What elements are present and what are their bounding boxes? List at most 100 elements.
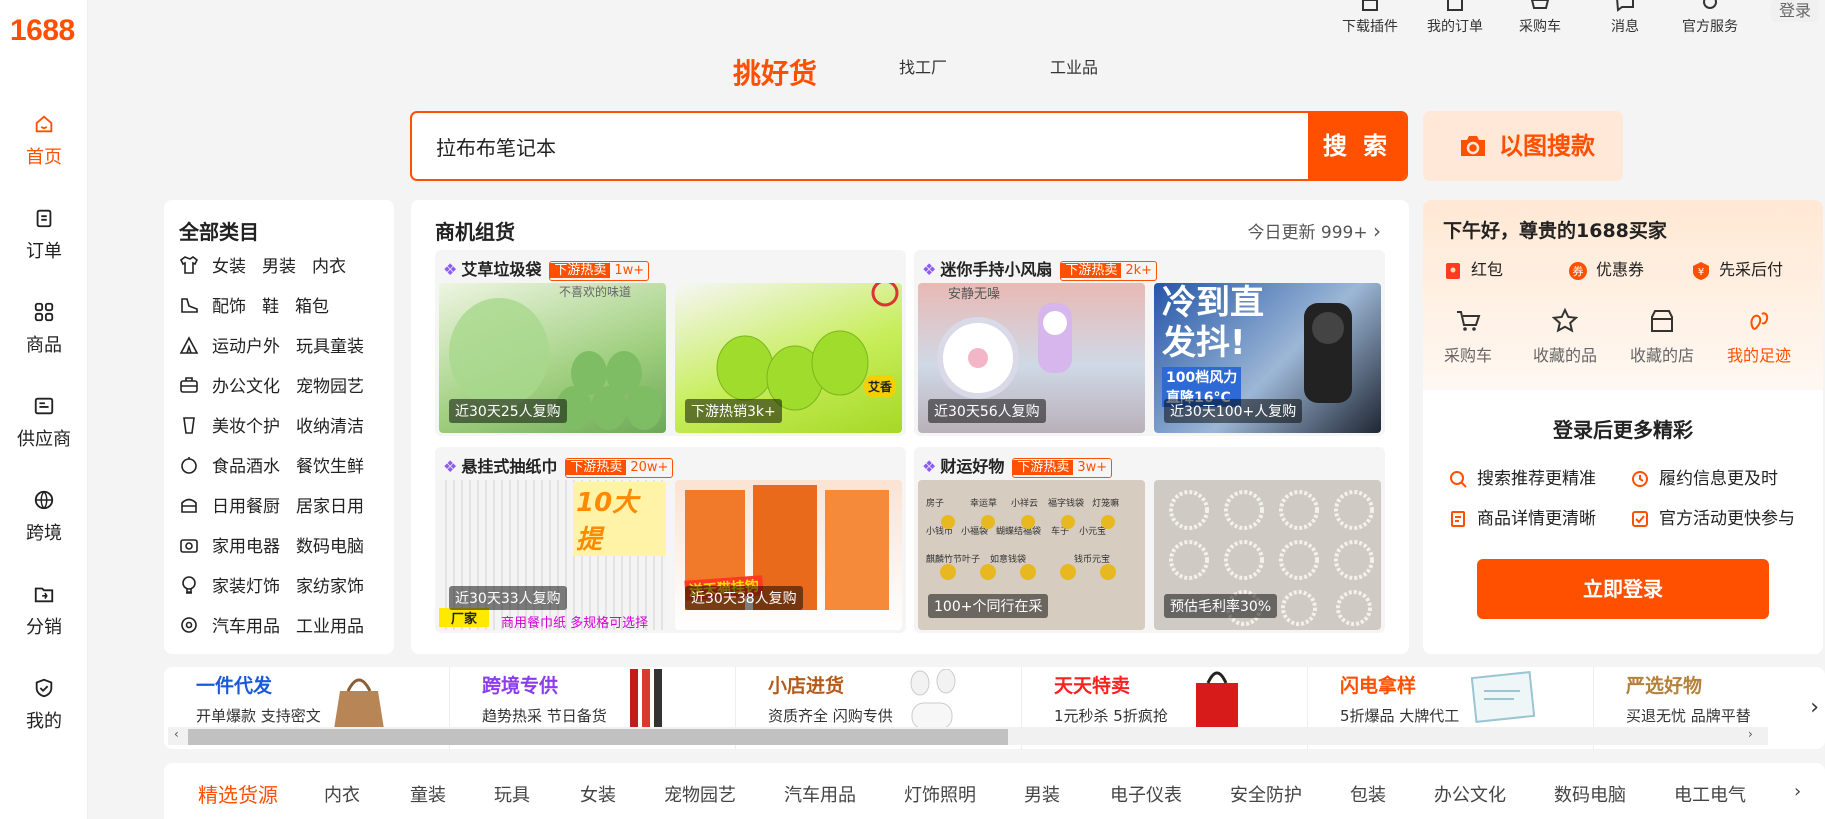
deal-card[interactable]: ❖ 迷你手持小风扇 下游热卖 2k+ 安静无噪 近30天56人复购 冷到直 发抖! 10… bbox=[914, 250, 1385, 436]
category-tab[interactable]: 安全防护 bbox=[1230, 781, 1302, 807]
product-image[interactable]: 艾香 下游热销3k+ bbox=[675, 283, 902, 433]
nav-item-mine[interactable]: 我的 bbox=[0, 677, 88, 733]
category-link[interactable]: 美妆个护 bbox=[212, 417, 280, 437]
sparkle-icon: ❖ bbox=[922, 260, 937, 279]
product-image[interactable]: 10大提 商用餐巾纸 多规格可选择 厂家 近30天33人复购 bbox=[439, 480, 666, 630]
category-link[interactable]: 工业用品 bbox=[296, 617, 364, 637]
category-link[interactable]: 配饰 bbox=[212, 297, 246, 317]
service-title: 跨境专供 bbox=[482, 675, 559, 697]
category-link[interactable]: 运动户外 bbox=[212, 337, 280, 357]
topbar-messages[interactable]: 消息 bbox=[1585, 0, 1665, 36]
chevron-right-icon[interactable]: › bbox=[1810, 695, 1819, 720]
tab-find-factory[interactable]: 找工厂 bbox=[899, 54, 947, 78]
category-link[interactable]: 家纺家饰 bbox=[296, 577, 364, 597]
left-sidebar: 1688 首页 订单 商品 供应商 跨境 分销 我的 bbox=[0, 0, 88, 819]
category-tab[interactable]: 办公文化 bbox=[1434, 781, 1506, 807]
scrollbar-thumb[interactable] bbox=[188, 729, 1008, 745]
category-panel: 全部类目 女装 男装 内衣 配饰鞋箱包 运动户外 玩具童装 办公文化 宠物园艺 美妆个护… bbox=[164, 200, 394, 654]
nav-item-orders[interactable]: 订单 bbox=[0, 207, 88, 263]
user-link-fav-shops[interactable]: 收藏的店 bbox=[1617, 308, 1707, 366]
nav-item-products[interactable]: 商品 bbox=[0, 301, 88, 357]
category-tab[interactable]: 精选货源 bbox=[198, 779, 278, 808]
category-link[interactable]: 汽车用品 bbox=[212, 617, 280, 637]
topbar-my-orders[interactable]: 我的订单 bbox=[1415, 0, 1495, 36]
nav-item-home[interactable]: 首页 bbox=[0, 113, 88, 169]
product-image[interactable]: 预估毛利率30% bbox=[1154, 480, 1381, 630]
deal-card[interactable]: ❖ 艾草垃圾袋 下游热卖 1w+ 不喜欢的味道 近30天25人复购 艾香 下游热销3k… bbox=[435, 250, 906, 436]
category-link[interactable]: 家装灯饰 bbox=[212, 577, 280, 597]
nav-item-distribution[interactable]: 分销 bbox=[0, 583, 88, 639]
category-tab[interactable]: 内衣 bbox=[324, 781, 360, 807]
quick-link-label: 先采后付 bbox=[1719, 260, 1784, 279]
category-link[interactable]: 家用电器 bbox=[212, 537, 280, 557]
category-tab[interactable]: 玩具 bbox=[494, 781, 530, 807]
tab-industrial[interactable]: 工业品 bbox=[1050, 54, 1098, 78]
category-link[interactable]: 办公文化 bbox=[212, 377, 280, 397]
product-image[interactable]: 安静无噪 近30天56人复购 bbox=[918, 283, 1145, 433]
category-tab[interactable]: 女装 bbox=[580, 781, 616, 807]
category-link[interactable]: 餐饮生鲜 bbox=[296, 457, 364, 477]
quick-link-coupon[interactable]: 券优惠券 bbox=[1568, 256, 1644, 281]
nav-item-cross-border[interactable]: 跨境 bbox=[0, 489, 88, 545]
scroll-right-arrow-icon[interactable]: › bbox=[1748, 727, 1753, 741]
category-tab[interactable]: 数码电脑 bbox=[1554, 781, 1626, 807]
category-tab[interactable]: 电子仪表 bbox=[1110, 781, 1182, 807]
service-subtitle: 买退无忧 品牌平替 bbox=[1626, 707, 1751, 725]
category-link[interactable]: 箱包 bbox=[295, 297, 329, 317]
service-strip: 一件代发 开单爆款 支持密文 跨境专供 趋势热采 节日备货 小店进货 资质齐全 … bbox=[164, 667, 1825, 749]
quick-link-red-packet[interactable]: 红包 bbox=[1443, 256, 1503, 281]
scroll-left-arrow-icon[interactable]: ‹ bbox=[174, 727, 179, 741]
image-search-button[interactable]: 以图搜款 bbox=[1423, 111, 1623, 181]
product-image[interactable]: 房子 幸运草 小祥云 福字钱袋 灯笼嘛 小钱币 小福袋 蝴蝶结福袋 车子 小元宝 麒麟竹节叶子如… bbox=[918, 480, 1145, 630]
horizontal-scrollbar[interactable]: ‹ › bbox=[168, 727, 1768, 745]
user-link-cart[interactable]: 采购车 bbox=[1423, 308, 1513, 366]
product-image[interactable]: 送天猫挂钩 近30天38人复购 bbox=[675, 480, 902, 630]
category-tab[interactable]: 男装 bbox=[1024, 781, 1060, 807]
topbar-official-service[interactable]: 官方服务 bbox=[1670, 0, 1750, 36]
category-tab[interactable]: 包装 bbox=[1350, 781, 1386, 807]
order-icon bbox=[1444, 0, 1466, 14]
nav-item-suppliers[interactable]: 供应商 bbox=[0, 395, 88, 451]
category-tab[interactable]: 电工电气 bbox=[1674, 781, 1746, 807]
search-button[interactable]: 搜 索 bbox=[1308, 113, 1406, 179]
category-tab[interactable]: 汽车用品 bbox=[784, 781, 856, 807]
product-image[interactable]: 不喜欢的味道 近30天25人复购 bbox=[439, 283, 666, 433]
category-link[interactable]: 宠物园艺 bbox=[296, 377, 364, 397]
category-link[interactable]: 女装 bbox=[212, 257, 246, 277]
shirt-icon bbox=[179, 255, 199, 274]
topbar-cart[interactable]: 采购车 bbox=[1500, 0, 1580, 36]
category-link[interactable]: 数码电脑 bbox=[296, 537, 364, 557]
category-link[interactable]: 收纳清洁 bbox=[296, 417, 364, 437]
topbar-download-plugin[interactable]: 下载插件 bbox=[1330, 0, 1410, 36]
cart-icon bbox=[1457, 311, 1481, 331]
search-input[interactable] bbox=[436, 113, 1276, 179]
deal-card[interactable]: ❖ 悬挂式抽纸巾 下游热卖 20w+ 10大提 商用餐巾纸 多规格可选择 厂家 近30… bbox=[435, 447, 906, 633]
nav-label: 跨境 bbox=[26, 523, 62, 544]
topbar-login-button[interactable]: 登录 bbox=[1770, 0, 1819, 22]
deal-card[interactable]: ❖ 财运好物 下游热卖 3w+ 房子 幸运草 小祥云 福字钱袋 灯笼嘛 小钱币 小福袋 蝴蝶结福袋… bbox=[914, 447, 1385, 633]
service-subtitle: 5折爆品 大牌代工 bbox=[1340, 707, 1460, 725]
chevron-right-icon[interactable]: › bbox=[1794, 781, 1801, 802]
category-tab[interactable]: 童装 bbox=[410, 781, 446, 807]
category-link[interactable]: 居家日用 bbox=[296, 497, 364, 517]
category-tab[interactable]: 灯饰照明 bbox=[904, 781, 976, 807]
category-link[interactable]: 鞋 bbox=[262, 297, 279, 317]
user-link-fav-products[interactable]: 收藏的品 bbox=[1520, 308, 1610, 366]
grid-icon bbox=[34, 302, 54, 322]
service-subtitle: 资质齐全 闪购专供 bbox=[768, 707, 893, 725]
quick-link-pay-later[interactable]: ¥ 先采后付 bbox=[1691, 256, 1783, 281]
tab-pick-goods[interactable]: 挑好货 bbox=[733, 52, 817, 92]
briefcase-icon bbox=[180, 376, 198, 393]
login-now-button[interactable]: 立即登录 bbox=[1477, 559, 1769, 619]
category-link[interactable]: 玩具童装 bbox=[296, 337, 364, 357]
product-image[interactable]: 冷到直 发抖! 100档风力 直降16°C 近30天100+人复购 bbox=[1154, 283, 1381, 433]
category-link[interactable]: 内衣 bbox=[312, 257, 346, 277]
category-link[interactable]: 日用餐厨 bbox=[212, 497, 280, 517]
category-link[interactable]: 男装 bbox=[262, 257, 296, 277]
cart-icon bbox=[1529, 0, 1551, 14]
site-logo[interactable]: 1688 bbox=[10, 14, 75, 48]
deals-update-link[interactable]: 今日更新 999+ › bbox=[1247, 218, 1381, 243]
category-link[interactable]: 食品酒水 bbox=[212, 457, 280, 477]
user-link-footprint[interactable]: 我的足迹 bbox=[1714, 308, 1804, 366]
category-tab[interactable]: 宠物园艺 bbox=[664, 781, 736, 807]
